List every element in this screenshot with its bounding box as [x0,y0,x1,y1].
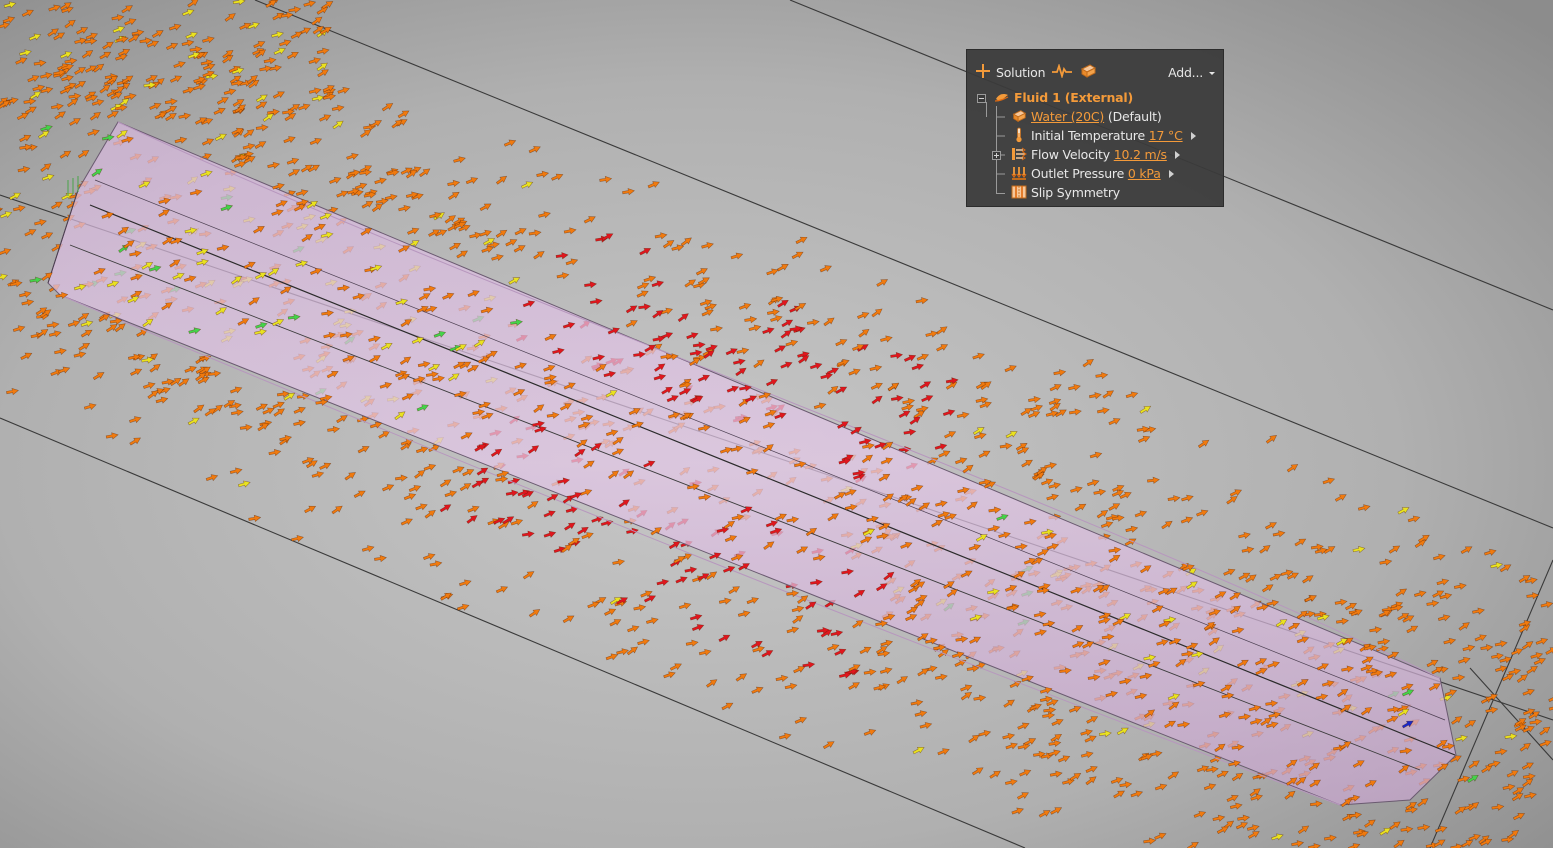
initial-temperature-value[interactable]: 17 °C [1149,128,1183,143]
slip-symmetry-icon [1011,185,1027,199]
material-default-label: (Default) [1107,109,1162,124]
outlet-pressure-icon [1011,167,1027,180]
tree-item-material[interactable]: Water (20C) (Default) [1011,108,1162,126]
initial-temperature-label: Initial Temperature [1031,128,1145,143]
tree-item-initial-temperature[interactable]: Initial Temperature 17 °C [1011,127,1196,145]
expand-arrow-icon[interactable] [1168,170,1174,178]
expand-arrow-icon[interactable] [1190,132,1196,140]
tree-item-flow-velocity[interactable]: Flow Velocity 10.2 m/s [1011,146,1180,164]
tree-item-fluid[interactable]: Fluid 1 (External) [994,89,1133,107]
tree-item-outlet-pressure[interactable]: Outlet Pressure 0 kPa [1011,165,1174,183]
expand-arrow-icon[interactable] [1174,151,1180,159]
flow-velocity-value[interactable]: 10.2 m/s [1114,147,1167,162]
solution-tree-panel: Solution Add... Fluid 1 (External) Water… [966,49,1224,207]
outlet-pressure-label: Outlet Pressure [1031,166,1125,181]
outlet-pressure-value[interactable]: 0 kPa [1128,166,1161,181]
material-icon [1012,110,1027,123]
fluid-label: Fluid 1 (External) [1014,90,1134,105]
thermometer-icon [1016,127,1022,143]
fluid-icon [994,94,1009,102]
flow-velocity-icon [1012,147,1027,161]
tree-item-slip-symmetry[interactable]: Slip Symmetry [1011,184,1120,202]
flow-velocity-label: Flow Velocity [1031,147,1110,162]
material-link[interactable]: Water (20C) [1031,109,1104,124]
3d-viewport[interactable]: Solution Add... Fluid 1 (External) Water… [0,0,1553,848]
fluid-expander-toggle[interactable] [977,94,986,103]
slip-symmetry-label: Slip Symmetry [1031,185,1121,200]
flow-vector-scene[interactable] [0,0,1553,848]
flow-velocity-expander-toggle[interactable] [992,151,1001,160]
